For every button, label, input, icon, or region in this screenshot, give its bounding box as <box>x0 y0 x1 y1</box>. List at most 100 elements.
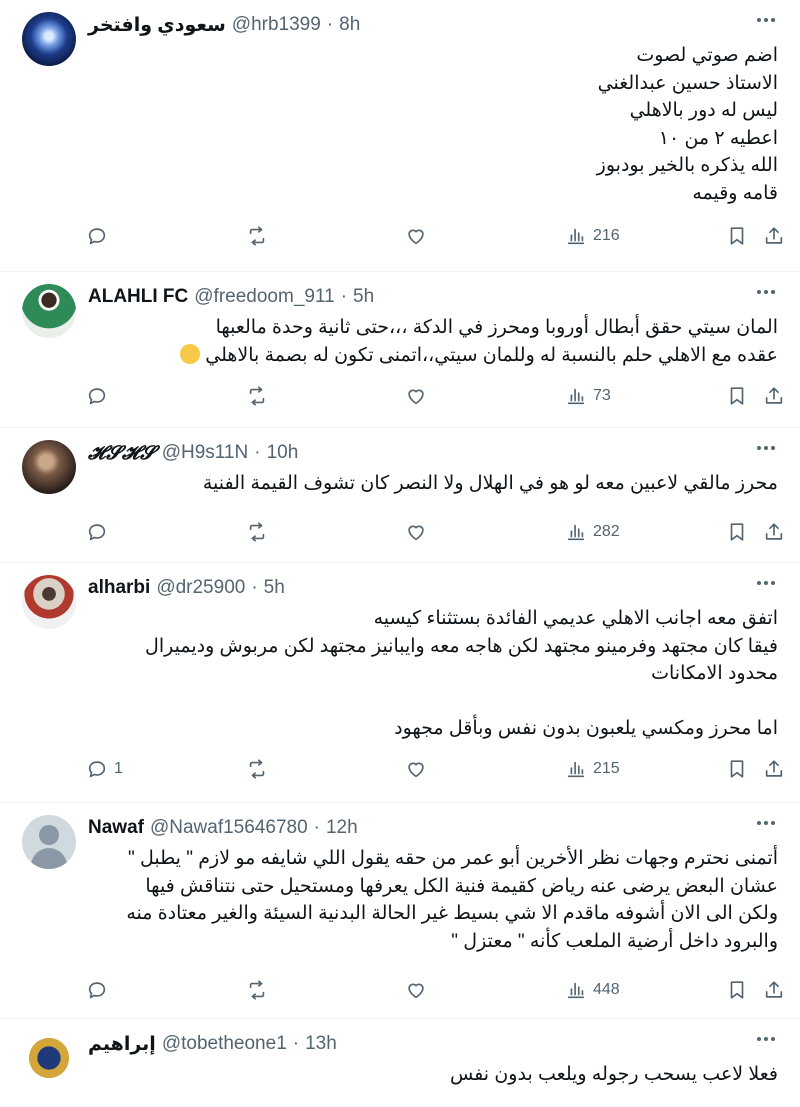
views-chart-icon <box>567 761 585 778</box>
view-count: 73 <box>593 387 611 404</box>
like-button[interactable] <box>405 755 433 783</box>
tweet[interactable]: 𝓗𝓢𝓗𝓢 @H9s11N · 10h محرز مالقي لاعبين معه… <box>0 428 800 563</box>
views-button[interactable]: 73 <box>565 382 611 410</box>
views-chart-icon <box>567 982 585 999</box>
timestamp[interactable]: 8h <box>339 14 360 36</box>
retweet-button[interactable] <box>246 976 274 1004</box>
views-button[interactable]: 282 <box>565 518 620 546</box>
views-button[interactable]: 448 <box>565 976 620 1004</box>
avatar[interactable] <box>22 440 76 494</box>
timestamp[interactable]: 5h <box>264 577 285 599</box>
like-button[interactable] <box>405 222 433 250</box>
action-bar: 282 <box>80 518 800 546</box>
tweet-line: فيقا كان مجتهد وفرمينو مجتهد لكن هاجه مع… <box>145 635 778 657</box>
share-button[interactable] <box>763 976 785 1004</box>
more-options-icon[interactable] <box>752 1027 780 1051</box>
reply-count: 1 <box>114 760 123 777</box>
avatar[interactable] <box>22 12 76 66</box>
reply-icon <box>88 982 106 999</box>
user-handle[interactable]: @dr25900 <box>156 577 245 599</box>
tweet-line: اتفق معه اجانب الاهلي عديمي الفائدة بستث… <box>373 608 778 629</box>
tweet-line: والبرود داخل أرضية الملعب كأنه " معتزل " <box>451 930 778 952</box>
timestamp[interactable]: 5h <box>353 286 374 308</box>
share-icon <box>765 227 783 244</box>
reply-button[interactable] <box>86 382 114 410</box>
more-options-icon[interactable] <box>752 280 780 304</box>
retweet-button[interactable] <box>246 755 274 783</box>
display-name[interactable]: 𝓗𝓢𝓗𝓢 <box>88 442 156 464</box>
reply-button[interactable] <box>86 222 114 250</box>
display-name[interactable]: Nawaf <box>88 817 144 839</box>
tweet[interactable]: Nawaf @Nawaf15646780 · 12h أتمنى نحترم و… <box>0 803 800 1019</box>
pleading-face-emoji-icon <box>179 343 200 364</box>
reply-icon <box>88 228 106 245</box>
views-button[interactable]: 215 <box>565 755 620 783</box>
tweet-text: محرز مالقي لاعبين معه لو هو في الهلال ول… <box>88 470 778 498</box>
timestamp[interactable]: 10h <box>267 442 299 464</box>
retweet-button[interactable] <box>246 222 274 250</box>
tweet-header: إبراهيم @tobetheone1 · 13h <box>88 1031 337 1057</box>
share-button[interactable] <box>763 382 785 410</box>
like-button[interactable] <box>405 518 433 546</box>
bookmark-button[interactable] <box>726 222 748 250</box>
more-options-icon[interactable] <box>752 436 780 460</box>
share-icon <box>765 523 783 540</box>
user-handle[interactable]: @tobetheone1 <box>162 1033 287 1055</box>
reply-button[interactable] <box>86 976 114 1004</box>
avatar[interactable] <box>22 575 76 629</box>
user-handle[interactable]: @H9s11N <box>162 442 249 464</box>
reply-icon <box>88 388 106 405</box>
tweet[interactable]: ALAHLI FC @freedoom_911 · 5h المان سيتي … <box>0 272 800 428</box>
display-name[interactable]: سعودي وافتخر <box>88 14 226 37</box>
separator: · <box>254 442 261 463</box>
heart-icon <box>408 389 424 405</box>
reply-button[interactable]: 1 <box>86 755 123 783</box>
bookmark-icon <box>730 981 744 999</box>
like-button[interactable] <box>405 382 433 410</box>
bookmark-button[interactable] <box>726 382 748 410</box>
reply-icon <box>88 524 106 541</box>
share-button[interactable] <box>763 518 785 546</box>
like-button[interactable] <box>405 976 433 1004</box>
tweet[interactable]: سعودي وافتخر @hrb1399 · 8h اضم صوتي لصوت… <box>0 0 800 272</box>
share-button[interactable] <box>763 222 785 250</box>
user-handle[interactable]: @freedoom_911 <box>194 286 334 308</box>
views-button[interactable]: 216 <box>565 222 620 250</box>
retweet-button[interactable] <box>246 382 274 410</box>
heart-icon <box>408 762 424 778</box>
user-handle[interactable]: @hrb1399 <box>232 14 321 36</box>
reply-icon <box>88 761 106 778</box>
tweet-line: ليس له دور بالاهلي <box>629 100 778 121</box>
bookmark-button[interactable] <box>726 976 748 1004</box>
tweet[interactable]: إبراهيم @tobetheone1 · 13h فعلا لاعب يسح… <box>0 1019 800 1107</box>
separator: · <box>313 817 320 838</box>
more-options-icon[interactable] <box>752 8 780 32</box>
view-count: 216 <box>593 227 620 244</box>
bookmark-button[interactable] <box>726 518 748 546</box>
separator: · <box>326 14 334 35</box>
reply-button[interactable] <box>86 518 114 546</box>
display-name[interactable]: ALAHLI FC <box>88 286 188 308</box>
share-button[interactable] <box>763 755 785 783</box>
user-handle[interactable]: @Nawaf15646780 <box>150 817 308 839</box>
tweet-line <box>88 688 778 716</box>
display-name[interactable]: إبراهيم <box>88 1033 156 1056</box>
avatar[interactable] <box>22 284 76 338</box>
display-name[interactable]: alharbi <box>88 577 150 599</box>
more-options-icon[interactable] <box>752 571 780 595</box>
tweet-line: عقده مع الاهلي حلم بالنسبة له وللمان سيت… <box>88 342 778 370</box>
tweet-line: عشان البعض يرضى عنه رياض كقيمة فنية الكل… <box>145 875 778 897</box>
bookmark-button[interactable] <box>726 755 748 783</box>
bookmark-icon <box>730 523 744 541</box>
tweet[interactable]: alharbi @dr25900 · 5h اتفق معه اجانب الا… <box>0 563 800 803</box>
tweet-line: ولكن الى الان أشوفه ماقدم الا شي بسيط غي… <box>126 903 778 924</box>
tweet-text: المان سيتي حقق أبطال أوروبا ومحرز في الد… <box>88 314 778 369</box>
timestamp[interactable]: 13h <box>305 1033 337 1055</box>
tweet-text: أتمنى نحترم وجهات نظر الأخرين أبو عمر من… <box>40 845 778 955</box>
retweet-button[interactable] <box>246 518 274 546</box>
avatar[interactable] <box>22 1031 76 1085</box>
view-count: 282 <box>593 523 620 540</box>
tweet-text: اتفق معه اجانب الاهلي عديمي الفائدة بستث… <box>88 605 778 743</box>
more-options-icon[interactable] <box>752 811 780 835</box>
timestamp[interactable]: 12h <box>326 817 358 839</box>
